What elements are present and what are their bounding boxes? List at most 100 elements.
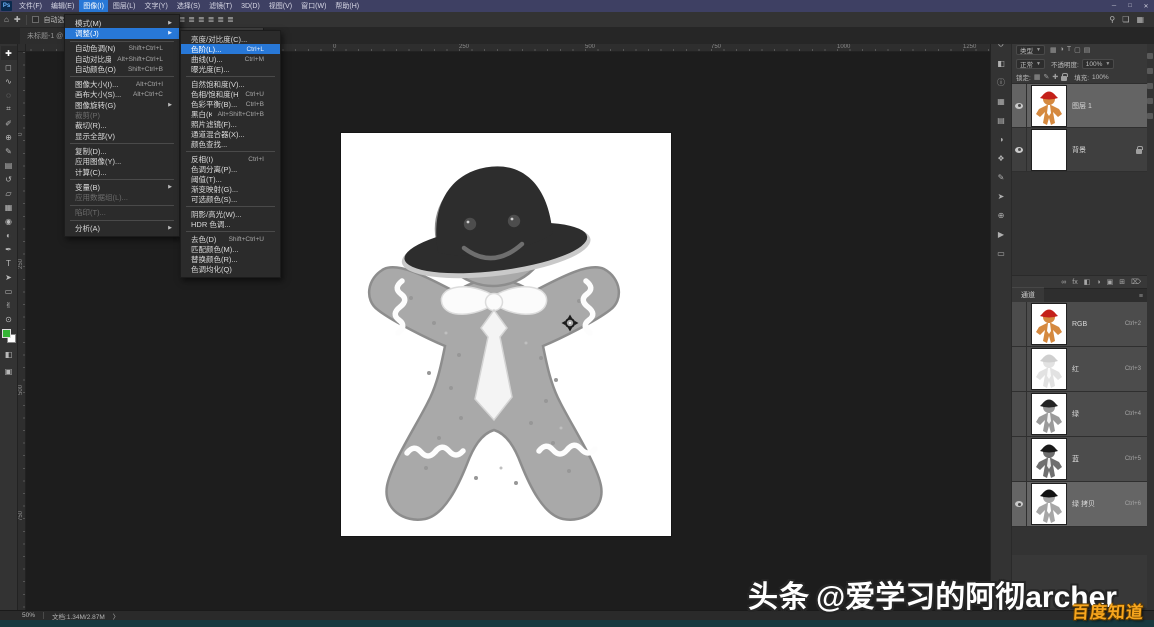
screen-mode-icon[interactable]: ▣ <box>1 364 17 378</box>
menu-item[interactable]: 图像大小(I)... Alt+Ctrl+I <box>65 79 179 89</box>
channel-thumbnail[interactable] <box>1032 304 1066 344</box>
swatches-icon[interactable]: ▤ <box>993 114 1009 126</box>
delete-layer-icon[interactable]: ⌦ <box>1131 278 1141 286</box>
menu-item[interactable]: 自动色调(N) Shift+Ctrl+L <box>65 44 179 54</box>
menu-item[interactable]: 通道混合器(X)... <box>181 129 280 139</box>
foreground-color-swatch[interactable] <box>2 329 11 338</box>
filter-adjustment-icon[interactable]: ◑ <box>1060 46 1064 54</box>
绿 拷贝[interactable]: 绿 拷贝 Ctrl+6 <box>1012 482 1147 527</box>
menu-item[interactable]: 裁切(R)... <box>65 121 179 131</box>
blend-mode-dropdown[interactable]: 正常 ▼ <box>1016 59 1045 69</box>
menu-item[interactable]: 色调均化(Q) <box>181 264 280 274</box>
menu-item[interactable]: 自动颜色(O) Shift+Ctrl+B <box>65 64 179 74</box>
layer-name[interactable]: 图层 1 <box>1072 101 1136 111</box>
brush-tool[interactable]: ✎ <box>1 144 17 158</box>
channel-thumbnail[interactable] <box>1032 439 1066 479</box>
channel-visibility-toggle[interactable] <box>1012 392 1027 436</box>
zoom-tool[interactable]: ⊙ <box>1 312 17 326</box>
channel-name[interactable]: 绿 拷贝 <box>1072 499 1125 509</box>
filter-smartobject-icon[interactable]: ▤ <box>1084 46 1091 54</box>
zoom-level[interactable]: 50% <box>22 612 35 619</box>
channel-visibility-toggle[interactable] <box>1012 347 1027 391</box>
layer-group-icon[interactable]: ▣ <box>1107 278 1114 286</box>
align-middle-icon[interactable]: ≣ <box>217 16 224 24</box>
layer-name[interactable]: 背景 <box>1072 145 1136 155</box>
workspace-icon[interactable]: ❏ <box>1122 16 1129 24</box>
channel-name[interactable]: 红 <box>1072 364 1125 374</box>
collapsed-dock-icon[interactable] <box>1147 53 1153 59</box>
filter-type-icon[interactable]: T <box>1067 46 1071 54</box>
menubar-item[interactable]: 窗口(W) <box>297 0 330 12</box>
layer-mask-icon[interactable]: ◧ <box>1084 278 1091 286</box>
healing-brush-tool[interactable]: ⊕ <box>1 130 17 144</box>
info-icon[interactable]: ⓘ <box>993 76 1009 88</box>
collapsed-dock-icon[interactable] <box>1147 98 1153 104</box>
panel-menu-icon[interactable]: ≡ <box>1139 292 1143 302</box>
filter-type-dropdown[interactable]: 类型 ▼ <box>1016 45 1045 55</box>
current-tool-icon[interactable]: ✚ <box>14 16 21 24</box>
menubar-item[interactable]: 帮助(H) <box>331 0 363 12</box>
channel-thumbnail[interactable] <box>1032 394 1066 434</box>
hand-tool[interactable]: ✌ <box>1 298 17 312</box>
menu-item[interactable]: 计算(C)... <box>65 167 179 177</box>
quick-selection-tool[interactable]: ◌ <box>1 88 17 102</box>
背景[interactable]: 背景 <box>1012 128 1147 172</box>
menu-item[interactable]: 应用数据组(L)... <box>65 192 179 202</box>
paths-icon[interactable]: ➤ <box>993 190 1009 202</box>
menubar-item[interactable]: 选择(S) <box>173 0 204 12</box>
opacity-dropdown[interactable]: 100% ▼ <box>1082 59 1115 69</box>
menubar-item[interactable]: 3D(D) <box>237 0 264 12</box>
styles-icon[interactable]: ❖ <box>993 152 1009 164</box>
dodge-tool[interactable]: ◐ <box>1 228 17 242</box>
menu-item[interactable]: 自然饱和度(V)... <box>181 79 280 89</box>
menu-item[interactable]: 曲线(U)... Ctrl+M <box>181 54 280 64</box>
status-flyout-arrow[interactable]: 〉 <box>113 611 120 621</box>
eraser-tool[interactable]: ▱ <box>1 186 17 200</box>
home-icon[interactable]: ⌂ <box>4 16 9 24</box>
menu-item[interactable]: 色相/饱和度(H)... Ctrl+U <box>181 89 280 99</box>
marquee-tool[interactable]: ◻ <box>1 60 17 74</box>
filter-pixel-icon[interactable]: ▦ <box>1050 46 1057 54</box>
lasso-tool[interactable]: ∿ <box>1 74 17 88</box>
arrange-icon[interactable]: ▦ <box>1136 16 1144 24</box>
brush-settings-icon[interactable]: ✎ <box>993 171 1009 183</box>
menu-item[interactable]: 阴影/高光(W)... <box>181 209 280 219</box>
menubar-item[interactable]: 编辑(E) <box>47 0 78 12</box>
menubar-item[interactable]: 文件(F) <box>15 0 46 12</box>
menubar-item[interactable]: 图像(I) <box>79 0 108 12</box>
lock-all-icon[interactable] <box>1061 76 1067 81</box>
notes-icon[interactable]: ▭ <box>993 247 1009 259</box>
menu-item[interactable]: 替换颜色(R)... <box>181 254 280 264</box>
shape-tool[interactable]: ▭ <box>1 284 17 298</box>
auto-select-checkbox[interactable] <box>32 16 39 23</box>
move-tool[interactable]: ✚ <box>1 46 17 60</box>
menu-item[interactable]: 黑白(K)... Alt+Shift+Ctrl+B <box>181 109 280 119</box>
绿[interactable]: 绿 Ctrl+4 <box>1012 392 1147 437</box>
menu-item[interactable]: HDR 色调... <box>181 219 280 229</box>
properties-icon[interactable]: ◧ <box>993 57 1009 69</box>
menubar-item[interactable]: 文字(Y) <box>140 0 171 12</box>
红[interactable]: 红 Ctrl+3 <box>1012 347 1147 392</box>
link-layers-icon[interactable]: ∞ <box>1061 279 1066 286</box>
layer-thumbnail[interactable] <box>1032 130 1066 170</box>
new-layer-icon[interactable]: ⊞ <box>1119 278 1125 286</box>
align-right-icon[interactable]: ≣ <box>198 16 205 24</box>
channel-thumbnail[interactable] <box>1032 349 1066 389</box>
menu-item[interactable]: 复制(D)... <box>65 146 179 156</box>
collapsed-dock-icon[interactable] <box>1147 113 1153 119</box>
channel-name[interactable]: RGB <box>1072 321 1125 328</box>
maximize-button[interactable]: □ <box>1122 3 1138 9</box>
layer-visibility-toggle[interactable] <box>1012 128 1027 171</box>
menu-item[interactable]: 色彩平衡(B)... Ctrl+B <box>181 99 280 109</box>
menu-item[interactable]: 匹配颜色(M)... <box>181 244 280 254</box>
蓝[interactable]: 蓝 Ctrl+5 <box>1012 437 1147 482</box>
actions-icon[interactable]: ▶ <box>993 228 1009 240</box>
menu-item[interactable]: 可选颜色(S)... <box>181 194 280 204</box>
align-top-icon[interactable]: ≣ <box>208 16 215 24</box>
RGB[interactable]: RGB Ctrl+2 <box>1012 302 1147 347</box>
menu-item[interactable]: 陷印(T)... <box>65 208 179 218</box>
filter-shape-icon[interactable]: ▢ <box>1074 46 1081 54</box>
menu-item[interactable]: 图像旋转(G) ▶ <box>65 100 179 110</box>
layer-visibility-toggle[interactable] <box>1012 84 1027 127</box>
align-center-h-icon[interactable]: ≣ <box>188 16 195 24</box>
